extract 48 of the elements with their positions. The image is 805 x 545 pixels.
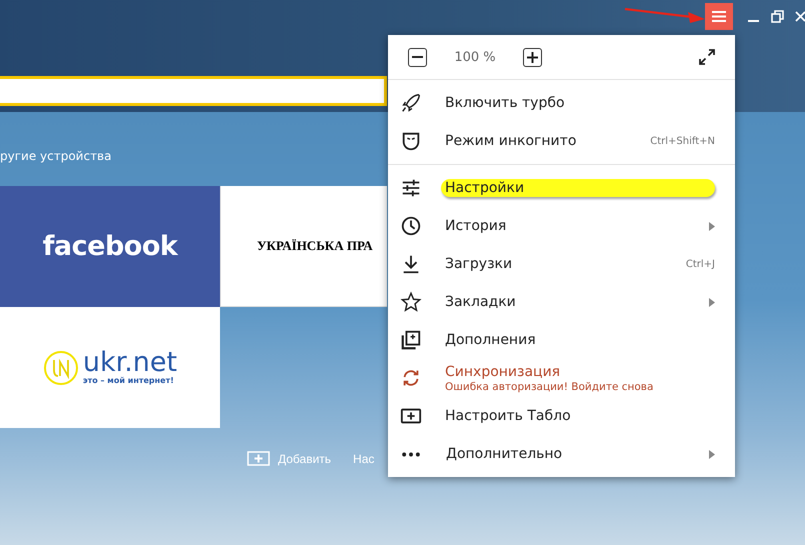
menu-item[interactable]: Включить турбо xyxy=(388,84,735,122)
menu-item-label: Синхронизация xyxy=(444,363,562,381)
clock-icon xyxy=(400,215,422,237)
menu-item[interactable]: Настроить Табло xyxy=(388,397,735,435)
menu-item-label: Режим инкогнито xyxy=(444,132,578,150)
menu-item-label: История xyxy=(444,217,508,235)
stacked-squares-icon xyxy=(400,329,422,351)
site-tagline: это – мой интернет! xyxy=(82,376,175,385)
menu-item-label: Загрузки xyxy=(444,255,514,273)
menu-item-label: Настроить Табло xyxy=(444,407,572,425)
sliders-icon xyxy=(400,177,422,199)
menu-item[interactable]: История xyxy=(388,207,735,245)
close-icon xyxy=(795,11,805,22)
minus-icon xyxy=(412,56,423,58)
menu-item-label: Дополнительно xyxy=(445,445,564,463)
zoom-level: 100 % xyxy=(453,50,497,64)
search-field[interactable] xyxy=(0,76,387,106)
zoom-in-button[interactable] xyxy=(523,48,542,66)
menu-item-label: Включить турбо xyxy=(444,94,566,112)
more-icon xyxy=(402,452,420,456)
sync-error-text: Ошибка авторизации! Войдите снова xyxy=(444,381,654,393)
menu-button[interactable] xyxy=(705,3,733,30)
menu-item[interactable]: Дополнения xyxy=(388,321,735,359)
restore-icon xyxy=(770,10,784,23)
shortcut-text: Ctrl+J xyxy=(686,258,715,270)
plus-icon xyxy=(527,52,538,62)
site-tile[interactable]: facebook xyxy=(0,186,220,307)
star-icon xyxy=(400,291,422,313)
plus-box-icon xyxy=(247,451,270,466)
mask-icon xyxy=(400,130,422,152)
site-tile[interactable]: ukr.net это – мой интернет! xyxy=(0,307,220,428)
site-name: ukr.net xyxy=(82,350,178,376)
menu-item[interactable]: Закладки xyxy=(388,283,735,321)
menu-item-label: Настройки xyxy=(441,179,715,197)
menu-icon xyxy=(712,11,726,22)
rocket-icon xyxy=(400,92,422,114)
shortcut-text: Ctrl+Shift+N xyxy=(650,136,715,146)
site-tile[interactable]: УКРАЇНСЬКА ПРА xyxy=(220,186,387,307)
menu-item[interactable]: Синхронизация Ошибка авторизации! Войдите снова xyxy=(388,359,735,397)
menu-item[interactable]: Загрузки Ctrl+J xyxy=(388,245,735,283)
minimize-icon xyxy=(748,20,758,22)
menu-item-label: Дополнения xyxy=(444,331,537,349)
fullscreen-icon[interactable] xyxy=(699,49,715,65)
zoom-out-button[interactable] xyxy=(408,48,427,66)
menu-item[interactable]: Дополнительно xyxy=(388,435,735,473)
menu-item[interactable]: Настройки xyxy=(388,169,735,207)
circle-logo-icon xyxy=(42,350,79,386)
menu-item-label: Закладки xyxy=(444,293,517,311)
